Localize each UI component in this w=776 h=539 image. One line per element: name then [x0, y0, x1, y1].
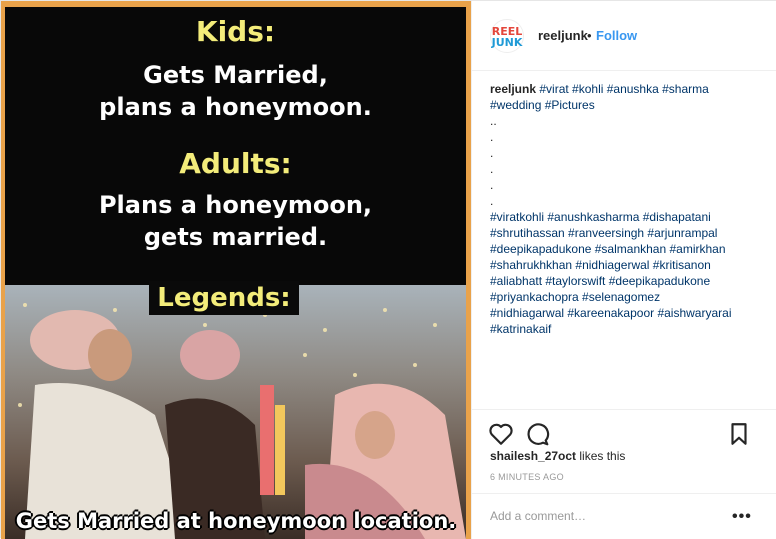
adults-heading: Adults: [179, 147, 292, 180]
liker-username[interactable]: shailesh_27oct [490, 449, 576, 463]
post-header: REEL JUNK reeljunk • Follow [472, 1, 776, 71]
legends-heading: Legends: [157, 283, 291, 313]
adults-line-1: Plans a honeymoon, [98, 191, 373, 219]
caption-dots: . [490, 146, 494, 160]
bookmark-icon[interactable] [726, 421, 752, 447]
post-image[interactable]: Kids: Gets Married, plans a honeymoon. A… [1, 1, 471, 539]
wedding-photo-illustration [18, 303, 466, 539]
comment-bar: ••• [472, 493, 776, 539]
header-username[interactable]: reeljunk [538, 28, 588, 43]
caption-hashtag-line[interactable]: #aliabhatt #taylorswift #deepikapadukone [490, 273, 760, 289]
follow-button[interactable]: Follow [596, 28, 637, 43]
caption-hashtag-line[interactable]: #viratkohli #anushkasharma #dishapatani [490, 209, 760, 225]
comment-icon[interactable] [524, 421, 550, 447]
caption-dots: . [490, 130, 494, 144]
instagram-post: Kids: Gets Married, plans a honeymoon. A… [0, 0, 776, 539]
adults-text: Plans a honeymoon, gets married. [5, 189, 466, 253]
post-sidebar: REEL JUNK reeljunk • Follow reeljunk #vi… [471, 1, 776, 539]
kids-line-1: Gets Married, [143, 61, 328, 89]
likes-suffix: likes this [576, 449, 626, 463]
caption-hashtags-2[interactable]: #wedding #Pictures [490, 97, 760, 113]
caption-hashtag-line[interactable]: #deepikapadukone #salmankhan #amirkhan [490, 241, 760, 257]
post-actions [472, 409, 776, 449]
header-separator: • [587, 28, 592, 43]
caption-hashtag-line[interactable]: #katrinakaif [490, 321, 760, 337]
post-timestamp[interactable]: 6 MINUTES AGO [490, 472, 564, 482]
wedding-photo [5, 285, 466, 539]
likes-summary: shailesh_27oct likes this [490, 449, 625, 463]
caption-dots: . [490, 178, 494, 192]
comment-input[interactable] [490, 506, 720, 526]
kids-text: Gets Married, plans a honeymoon. [5, 59, 466, 123]
caption-hashtag-line[interactable]: #nidhiagarwal #kareenakapoor #aishwaryar… [490, 305, 760, 321]
caption-hashtag-line[interactable]: #shrutihassan #ranveersingh #arjunrampal [490, 225, 760, 241]
caption-hashtags-1[interactable]: #virat #kohli #anushka #sharma [539, 82, 708, 96]
caption-hashtag-line[interactable]: #priyankachopra #selenagomez [490, 289, 760, 305]
meme-bottom-caption: Gets Married at honeymoon location. [15, 509, 457, 533]
meme-text-panel: Kids: Gets Married, plans a honeymoon. A… [5, 7, 466, 285]
caption-line-1: reeljunk #virat #kohli #anushka #sharma [490, 81, 760, 97]
avatar[interactable]: REEL JUNK [490, 19, 524, 53]
caption-dots: .. [490, 114, 497, 128]
caption-username[interactable]: reeljunk [490, 82, 536, 96]
caption-hashtag-line[interactable]: #shahrukhkhan #nidhiagerwal #kritisanon [490, 257, 760, 273]
caption-dots: . [490, 162, 494, 176]
post-caption: reeljunk #virat #kohli #anushka #sharma … [490, 81, 760, 337]
avatar-logo-line-2: JUNK [491, 36, 523, 49]
more-options-icon[interactable]: ••• [732, 508, 752, 526]
adults-line-2: gets married. [143, 223, 328, 251]
heart-icon[interactable] [488, 421, 514, 447]
kids-heading: Kids: [195, 15, 276, 48]
kids-line-2: plans a honeymoon. [99, 93, 372, 121]
caption-dots: . [490, 194, 494, 208]
